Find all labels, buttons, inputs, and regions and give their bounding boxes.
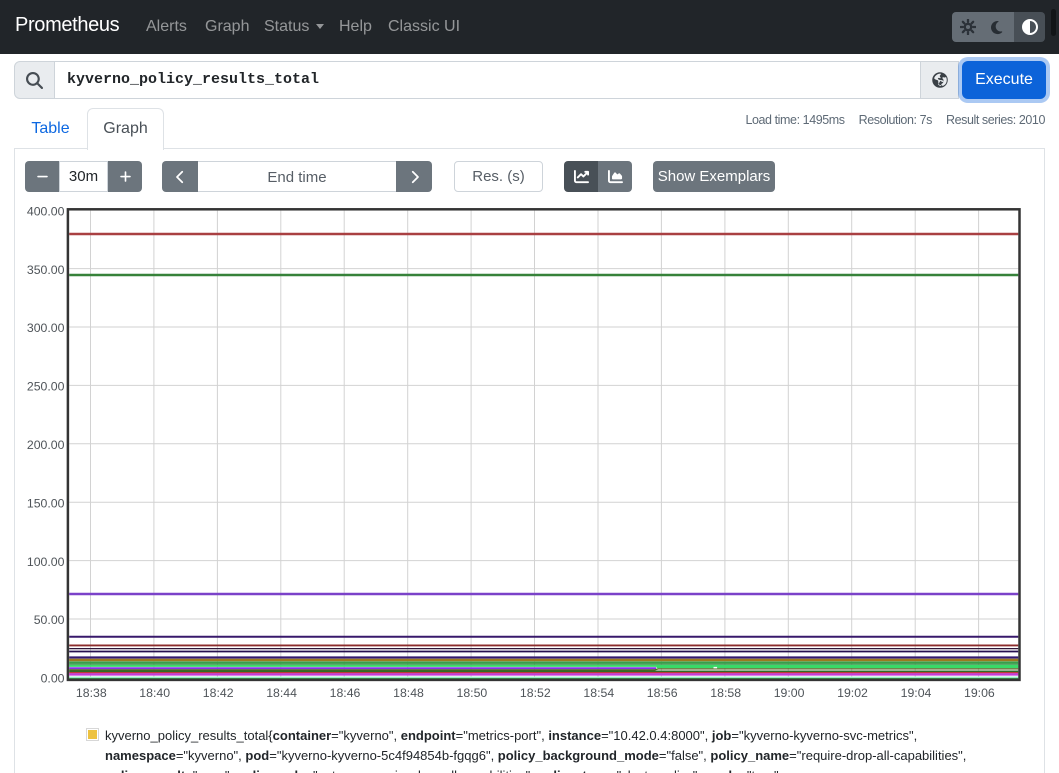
svg-text:19:00: 19:00	[774, 686, 805, 700]
svg-text:200.00: 200.00	[27, 438, 65, 452]
svg-text:300.00: 300.00	[27, 321, 65, 335]
svg-text:350.00: 350.00	[27, 263, 65, 277]
svg-text:18:52: 18:52	[520, 686, 551, 700]
svg-text:18:46: 18:46	[330, 686, 361, 700]
svg-text:18:42: 18:42	[203, 686, 234, 700]
svg-text:400.00: 400.00	[27, 204, 65, 218]
svg-text:18:44: 18:44	[266, 686, 297, 700]
svg-text:18:56: 18:56	[647, 686, 678, 700]
svg-text:18:50: 18:50	[457, 686, 488, 700]
svg-text:18:54: 18:54	[583, 686, 614, 700]
svg-text:150.00: 150.00	[27, 496, 65, 510]
svg-text:250.00: 250.00	[27, 380, 65, 394]
svg-text:18:40: 18:40	[139, 686, 170, 700]
svg-text:19:04: 19:04	[901, 686, 932, 700]
svg-text:19:06: 19:06	[964, 686, 995, 700]
svg-text:100.00: 100.00	[27, 555, 65, 569]
svg-text:0.00: 0.00	[41, 672, 65, 686]
svg-text:18:38: 18:38	[76, 686, 107, 700]
svg-text:18:58: 18:58	[710, 686, 741, 700]
svg-text:18:48: 18:48	[393, 686, 424, 700]
svg-text:19:02: 19:02	[837, 686, 868, 700]
svg-text:50.00: 50.00	[34, 613, 65, 627]
